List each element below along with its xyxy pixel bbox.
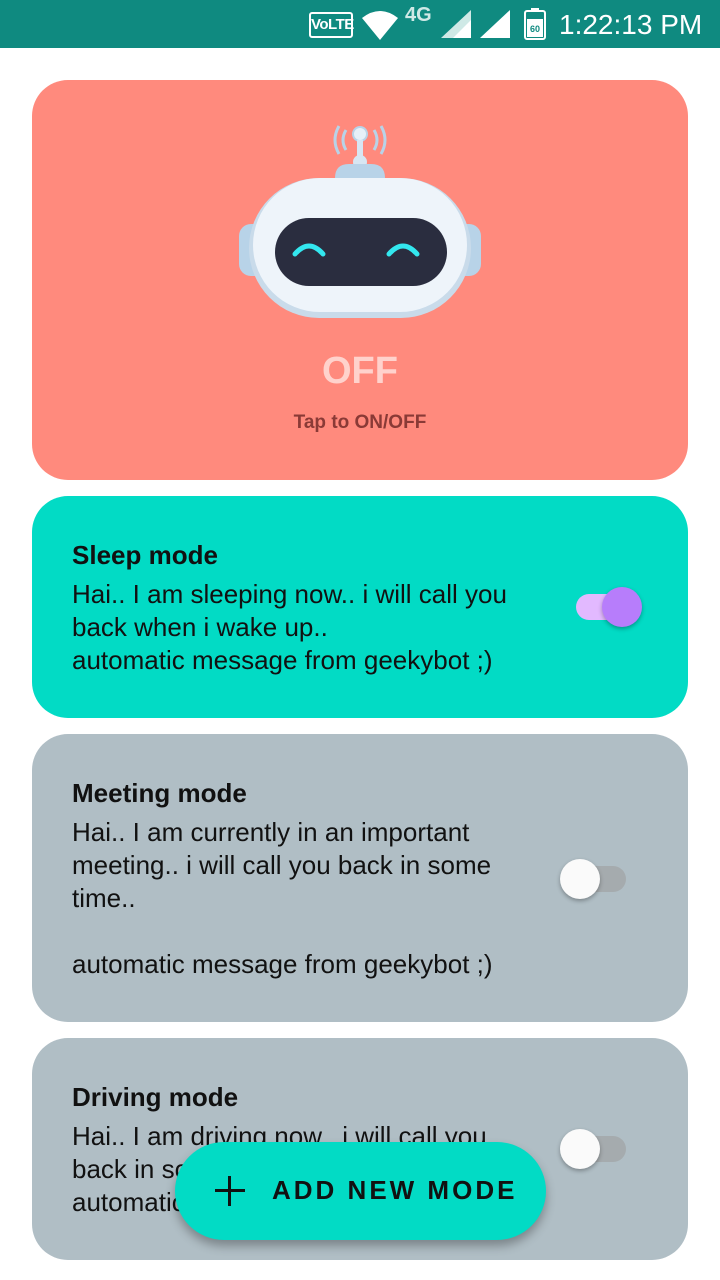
switch-thumb <box>560 1129 600 1169</box>
signal-strength-icon <box>441 10 471 38</box>
signal-strength-icon-2 <box>480 10 510 38</box>
add-new-mode-label: ADD NEW MODE <box>272 1175 518 1205</box>
mode-card-sleep[interactable]: Sleep mode Hai.. I am sleeping now.. i w… <box>32 496 688 718</box>
battery-icon: 60 <box>524 8 546 40</box>
switch-thumb <box>560 859 600 899</box>
mode-message: Hai.. I am currently in an important mee… <box>72 817 493 979</box>
mode-card-meeting[interactable]: Meeting mode Hai.. I am currently in an … <box>32 734 688 1022</box>
volte-indicator: VoLTE <box>309 12 354 38</box>
status-time: 1:22:13 PM <box>559 9 703 40</box>
network-type-label: 4G <box>405 4 432 26</box>
mode-title: Driving mode <box>72 1082 239 1112</box>
driving-mode-switch[interactable] <box>560 1128 626 1169</box>
status-bar: VoLTE 4G 60 1:22:13 PM <box>0 0 720 48</box>
robot-icon <box>239 125 481 318</box>
meeting-mode-switch[interactable] <box>560 858 626 899</box>
mode-title: Meeting mode <box>72 778 247 808</box>
bot-hint-label: Tap to ON/OFF <box>293 412 427 433</box>
mode-title: Sleep mode <box>72 540 218 570</box>
bot-status-label: OFF <box>322 350 398 392</box>
add-new-mode-button[interactable]: ADD NEW MODE <box>175 1142 546 1240</box>
sleep-mode-switch[interactable] <box>576 586 642 627</box>
mode-message: Hai.. I am sleeping now.. i will call yo… <box>72 579 507 675</box>
switch-thumb <box>602 587 642 627</box>
bot-toggle-card[interactable]: OFF Tap to ON/OFF <box>32 80 688 480</box>
battery-level-text: 60 <box>530 24 540 34</box>
wifi-icon <box>362 11 398 40</box>
plus-icon <box>215 1176 245 1206</box>
